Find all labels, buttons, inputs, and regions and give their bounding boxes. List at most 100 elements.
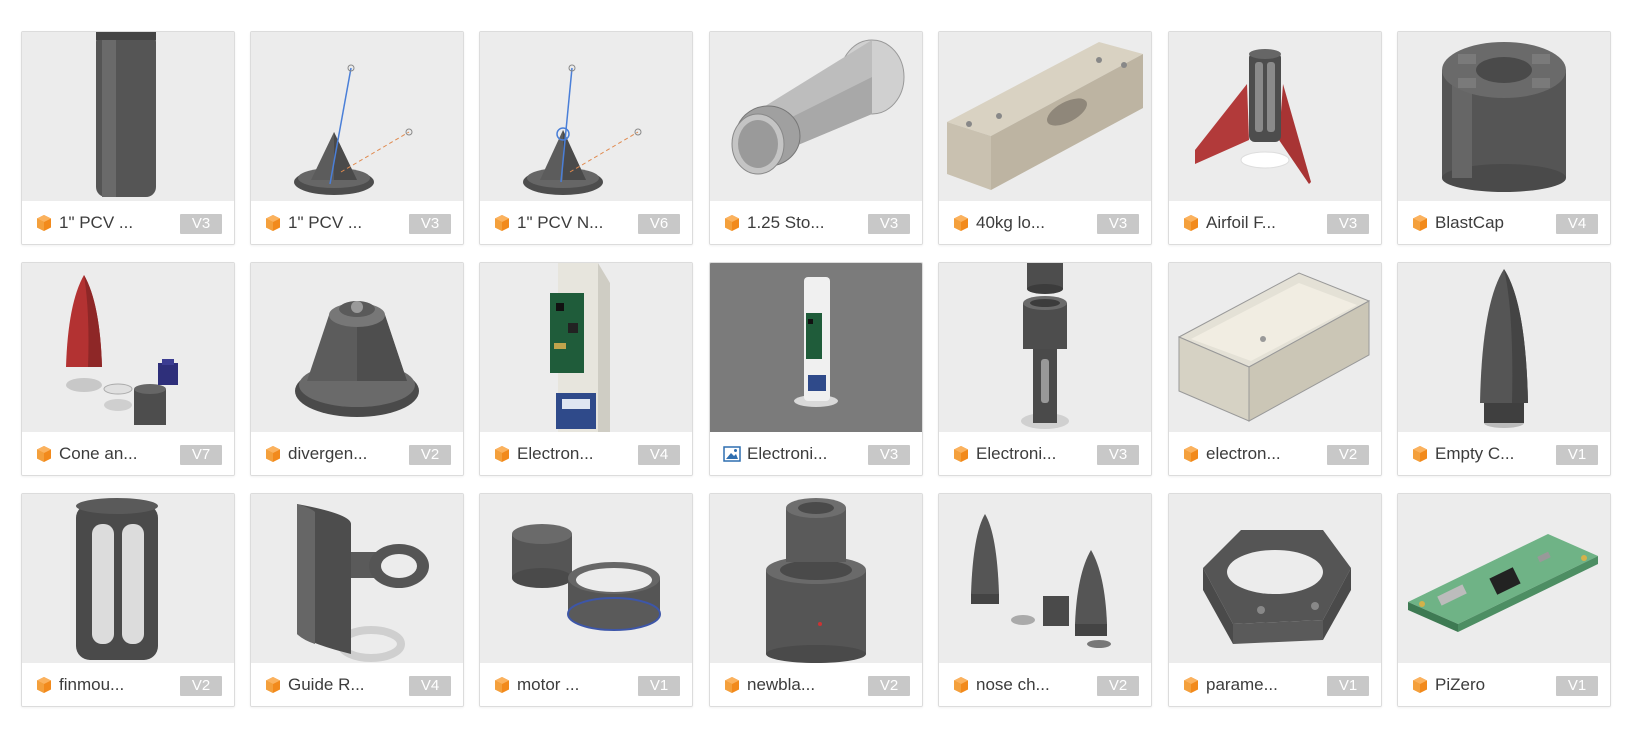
file-card[interactable]: Guide R... V4 xyxy=(250,493,464,707)
version-badge[interactable]: V1 xyxy=(1556,445,1598,465)
image-icon xyxy=(723,445,741,463)
version-badge[interactable]: V3 xyxy=(868,214,910,234)
file-thumbnail xyxy=(22,263,234,432)
file-card[interactable]: 1" PCV ... V3 xyxy=(250,31,464,245)
file-card[interactable]: motor ... V1 xyxy=(479,493,693,707)
design-icon xyxy=(952,676,970,694)
file-thumbnail xyxy=(1169,494,1381,663)
file-name: nose ch... xyxy=(976,675,1050,694)
design-icon xyxy=(264,676,282,694)
file-card[interactable]: Electron... V4 xyxy=(479,262,693,476)
file-thumbnail xyxy=(1398,494,1610,663)
file-name: Cone an... xyxy=(59,444,138,463)
file-thumbnail xyxy=(1398,32,1610,201)
design-icon xyxy=(264,214,282,232)
file-thumbnail xyxy=(480,494,692,663)
file-thumbnail xyxy=(939,263,1151,432)
version-badge[interactable]: V4 xyxy=(638,445,680,465)
file-name: BlastCap xyxy=(1435,213,1504,232)
version-badge[interactable]: V6 xyxy=(638,214,680,234)
file-card[interactable]: Electroni... V3 xyxy=(709,262,923,476)
file-name: motor ... xyxy=(517,675,580,694)
file-name: 1" PCV N... xyxy=(517,213,604,232)
file-thumbnail xyxy=(22,32,234,201)
file-thumbnail xyxy=(1169,32,1381,201)
file-thumbnail xyxy=(1169,263,1381,432)
file-name: Electroni... xyxy=(976,444,1057,463)
design-icon xyxy=(1182,214,1200,232)
version-badge[interactable]: V3 xyxy=(1327,214,1369,234)
design-icon xyxy=(723,214,741,232)
version-badge[interactable]: V1 xyxy=(1556,676,1598,696)
version-badge[interactable]: V1 xyxy=(1327,676,1369,696)
file-thumbnail xyxy=(710,494,922,663)
file-card[interactable]: 1" PCV ... V3 xyxy=(21,31,235,245)
design-icon xyxy=(952,445,970,463)
file-card[interactable]: finmou... V2 xyxy=(21,493,235,707)
version-badge[interactable]: V3 xyxy=(180,214,222,234)
version-badge[interactable]: V2 xyxy=(1327,445,1369,465)
design-icon xyxy=(493,445,511,463)
file-name: 1" PCV ... xyxy=(288,213,363,232)
file-name: Electroni... xyxy=(747,444,828,463)
version-badge[interactable]: V2 xyxy=(180,676,222,696)
file-thumbnail xyxy=(251,32,463,201)
file-name: PiZero xyxy=(1435,675,1486,694)
version-badge[interactable]: V3 xyxy=(1097,445,1139,465)
version-badge[interactable]: V3 xyxy=(1097,214,1139,234)
design-icon xyxy=(723,676,741,694)
design-icon xyxy=(1411,445,1429,463)
file-name: 1.25 Sto... xyxy=(747,213,825,232)
design-icon xyxy=(952,214,970,232)
file-card[interactable]: PiZero V1 xyxy=(1397,493,1611,707)
file-card[interactable]: nose ch... V2 xyxy=(938,493,1152,707)
version-badge[interactable]: V2 xyxy=(1097,676,1139,696)
version-badge[interactable]: V7 xyxy=(180,445,222,465)
file-name: 40kg lo... xyxy=(976,213,1045,232)
file-thumbnail xyxy=(939,494,1151,663)
file-name: Airfoil F... xyxy=(1206,213,1276,232)
file-name: parame... xyxy=(1206,675,1278,694)
file-card[interactable]: Airfoil F... V3 xyxy=(1168,31,1382,245)
design-icon xyxy=(35,445,53,463)
file-card[interactable]: Electroni... V3 xyxy=(938,262,1152,476)
design-icon xyxy=(264,445,282,463)
file-card[interactable]: electron... V2 xyxy=(1168,262,1382,476)
design-file-grid: 1" PCV ... V3 1" PCV ... V3 1" PCV N... … xyxy=(0,0,1636,730)
file-card[interactable]: Empty C... V1 xyxy=(1397,262,1611,476)
file-card[interactable]: BlastCap V4 xyxy=(1397,31,1611,245)
file-card[interactable]: newbla... V2 xyxy=(709,493,923,707)
file-card[interactable]: parame... V1 xyxy=(1168,493,1382,707)
design-icon xyxy=(1182,676,1200,694)
file-thumbnail xyxy=(22,494,234,663)
version-badge[interactable]: V3 xyxy=(409,214,451,234)
version-badge[interactable]: V4 xyxy=(409,676,451,696)
design-icon xyxy=(493,214,511,232)
version-badge[interactable]: V2 xyxy=(868,676,910,696)
file-card[interactable]: divergen... V2 xyxy=(250,262,464,476)
file-thumbnail xyxy=(1398,263,1610,432)
file-name: Empty C... xyxy=(1435,444,1515,463)
file-thumbnail xyxy=(710,263,922,432)
version-badge[interactable]: V3 xyxy=(868,445,910,465)
file-thumbnail xyxy=(939,32,1151,201)
file-name: newbla... xyxy=(747,675,816,694)
file-name: electron... xyxy=(1206,444,1281,463)
design-icon xyxy=(493,676,511,694)
version-badge[interactable]: V1 xyxy=(638,676,680,696)
file-thumbnail xyxy=(251,263,463,432)
version-badge[interactable]: V2 xyxy=(409,445,451,465)
file-card[interactable]: 40kg lo... V3 xyxy=(938,31,1152,245)
file-thumbnail xyxy=(251,494,463,663)
file-card[interactable]: 1.25 Sto... V3 xyxy=(709,31,923,245)
file-thumbnail xyxy=(710,32,922,201)
version-badge[interactable]: V4 xyxy=(1556,214,1598,234)
file-card[interactable]: 1" PCV N... V6 xyxy=(479,31,693,245)
file-name: Electron... xyxy=(517,444,594,463)
file-card[interactable]: Cone an... V7 xyxy=(21,262,235,476)
file-thumbnail xyxy=(480,263,692,432)
design-icon xyxy=(1182,445,1200,463)
design-icon xyxy=(35,214,53,232)
file-name: Guide R... xyxy=(288,675,365,694)
file-thumbnail xyxy=(480,32,692,201)
